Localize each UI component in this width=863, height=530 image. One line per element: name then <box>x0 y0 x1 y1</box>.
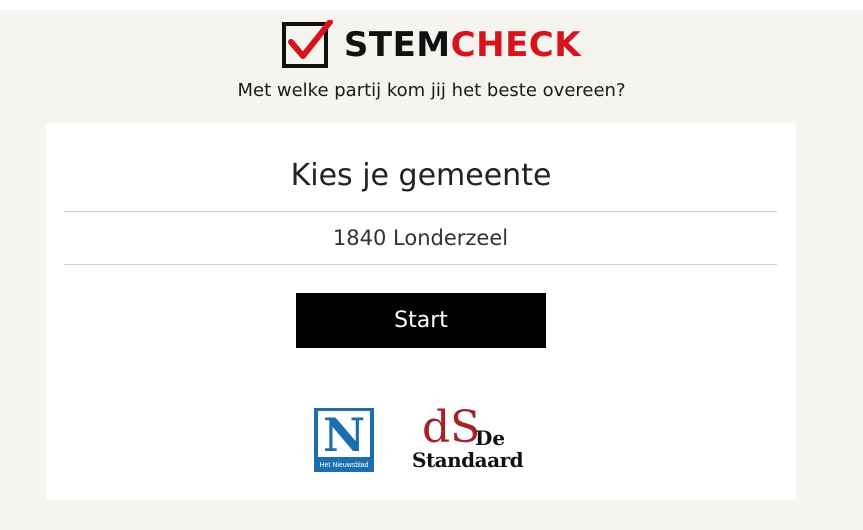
nieuwsblad-caption: Het Nieuwsblad <box>319 462 369 469</box>
standaard-mark: dS <box>422 402 481 453</box>
stemcheck-logo: STEMCHECK <box>0 19 863 70</box>
standaard-de: De <box>475 426 506 450</box>
logo-wordmark: STEMCHECK <box>344 20 581 70</box>
logo-check-text: CHECK <box>450 25 582 65</box>
nieuwsblad-letter: N <box>318 411 370 459</box>
start-button[interactable]: Start <box>296 293 546 348</box>
standaard-name: Standaard <box>412 448 524 472</box>
divider-bottom <box>64 264 777 265</box>
logo-stem-text: STEM <box>343 25 451 65</box>
card-title: Kies je gemeente <box>290 158 552 193</box>
nieuwsblad-logo: N Het Nieuwsblad <box>314 408 374 472</box>
tagline: Met welke partij kom jij het beste overe… <box>237 80 626 101</box>
municipality-card: Kies je gemeente 1840 Londerzeel Start N… <box>46 123 796 500</box>
checkbox-check-icon <box>281 19 334 70</box>
standaard-logo: dS De Standaard <box>412 402 528 472</box>
partner-logos: N Het Nieuwsblad dS De Standaard <box>46 402 796 474</box>
municipality-select[interactable]: 1840 Londerzeel <box>64 212 777 264</box>
